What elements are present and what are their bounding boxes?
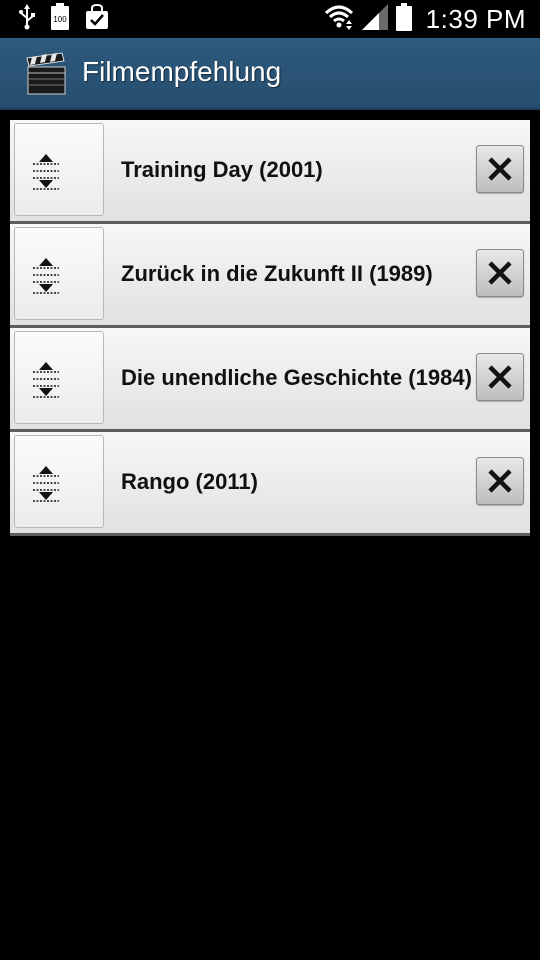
- usb-icon: [18, 3, 36, 35]
- close-icon: [488, 261, 512, 285]
- delete-button[interactable]: [476, 353, 524, 401]
- drag-handle[interactable]: [14, 227, 104, 320]
- drag-handle[interactable]: [14, 123, 104, 216]
- shopping-bag-check-icon: [84, 3, 110, 35]
- system-icons: 1:39 PM: [324, 2, 526, 36]
- drag-handle[interactable]: [14, 331, 104, 424]
- delete-button[interactable]: [476, 145, 524, 193]
- signal-icon: [361, 3, 388, 35]
- clapperboard-icon[interactable]: [24, 52, 68, 96]
- close-icon: [488, 469, 512, 493]
- list-item[interactable]: Rango (2011): [10, 432, 530, 536]
- drag-reorder-icon: [33, 154, 59, 190]
- notification-icons: 100: [18, 2, 110, 36]
- battery-icon: [395, 2, 412, 36]
- close-icon: [488, 365, 512, 389]
- movie-list: Training Day (2001) Zurück in die Zukunf…: [10, 120, 530, 536]
- movie-title: Training Day (2001): [121, 157, 323, 182]
- drag-reorder-icon: [33, 466, 59, 502]
- wifi-icon: [324, 4, 354, 35]
- list-item[interactable]: Training Day (2001): [10, 120, 530, 224]
- list-item[interactable]: Zurück in die Zukunft II (1989): [10, 224, 530, 328]
- clock: 1:39 PM: [425, 3, 526, 34]
- delete-button[interactable]: [476, 457, 524, 505]
- drag-handle[interactable]: [14, 435, 104, 528]
- battery-level-text: 100: [53, 15, 67, 24]
- close-icon: [488, 157, 512, 181]
- movie-title: Zurück in die Zukunft II (1989): [121, 261, 433, 286]
- drag-reorder-icon: [33, 258, 59, 294]
- status-bar: 100 1:39 PM: [0, 0, 540, 38]
- list-item[interactable]: Die unendliche Geschichte (1984): [10, 328, 530, 432]
- page-title: Filmempfehlung: [82, 56, 282, 87]
- delete-button[interactable]: [476, 249, 524, 297]
- drag-reorder-icon: [33, 362, 59, 398]
- action-bar: Filmempfehlung: [0, 38, 540, 110]
- movie-title: Die unendliche Geschichte (1984): [121, 365, 472, 390]
- battery-saver-icon: 100: [50, 2, 70, 36]
- movie-title: Rango (2011): [121, 469, 258, 494]
